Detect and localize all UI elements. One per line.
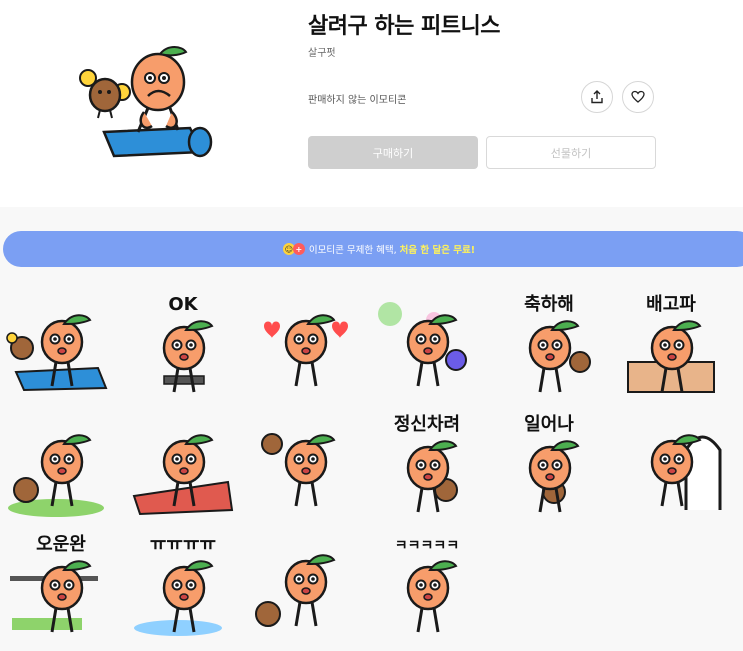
emoticon-plus-icon: ☺ + <box>282 243 305 255</box>
promo-banner[interactable]: ☺ + 이모티콘 무제한 혜택, 처음 한 달은 무료! <box>3 231 743 267</box>
gift-button[interactable]: 선물하기 <box>486 136 656 169</box>
sticker-item[interactable] <box>6 290 116 400</box>
sticker-image: 정신차려 <box>394 414 460 513</box>
sticker-image <box>264 314 348 387</box>
product-title: 살려구 하는 피트니스 <box>308 14 500 39</box>
product-thumbnail <box>78 40 214 162</box>
sticker-image <box>255 554 336 627</box>
sticker-image <box>378 302 467 387</box>
sticker-image: 일어나 <box>524 414 580 513</box>
buy-button[interactable]: 구매하기 <box>308 136 478 169</box>
sticker-image <box>650 434 722 510</box>
sticker-caption: 배고파 <box>646 294 696 315</box>
sticker-item[interactable]: 축하해 <box>494 290 604 400</box>
product-author[interactable]: 살구펏 <box>308 44 336 59</box>
sticker-caption: ㅠㅠㅠㅠ <box>150 534 216 555</box>
sticker-image: ㅠㅠㅠㅠ <box>134 534 222 636</box>
like-button[interactable] <box>622 81 654 113</box>
sticker-item[interactable] <box>616 410 726 520</box>
sticker-item[interactable] <box>6 410 116 520</box>
sticker-caption: ㅋㅋㅋㅋㅋ <box>395 538 459 554</box>
sticker-item[interactable]: 오운완 <box>6 530 116 640</box>
sticker-caption: 정신차려 <box>394 414 460 435</box>
product-header: 살려구 하는 피트니스 살구펏 판매하지 않는 이모티콘 구매하기 선물하기 <box>0 0 743 207</box>
sticker-image: 오운완 <box>10 534 98 633</box>
sticker-item[interactable]: ㅠㅠㅠㅠ <box>128 530 238 640</box>
sticker-item[interactable] <box>250 530 360 640</box>
sticker-item[interactable]: 배고파 <box>616 290 726 400</box>
sticker-item[interactable]: ㅋㅋㅋㅋㅋ <box>372 530 482 640</box>
banner-highlight: 처음 한 달은 무료! <box>399 245 476 256</box>
share-button[interactable] <box>581 81 613 113</box>
sticker-caption: 축하해 <box>524 294 574 315</box>
sticker-caption: OK <box>168 294 198 315</box>
sticker-image <box>8 434 104 517</box>
sticker-item[interactable]: 정신차려 <box>372 410 482 520</box>
sticker-item[interactable] <box>250 410 360 520</box>
sticker-item[interactable] <box>128 410 238 520</box>
sticker-caption: 일어나 <box>524 414 574 435</box>
sticker-caption: 오운완 <box>36 534 86 555</box>
sticker-image <box>6 314 108 392</box>
sticker-item[interactable] <box>372 290 482 400</box>
sticker-image: ㅋㅋㅋㅋㅋ <box>395 538 459 633</box>
sale-status-note: 판매하지 않는 이모티콘 <box>308 95 407 106</box>
sticker-item[interactable]: 일어나 <box>494 410 604 520</box>
sticker-image <box>132 434 234 516</box>
sticker-image: 배고파 <box>627 294 715 393</box>
sticker-item[interactable] <box>250 290 360 400</box>
sticker-item[interactable]: OK <box>128 290 238 400</box>
sticker-image: OK <box>162 294 214 393</box>
banner-text: 이모티콘 무제한 혜택, <box>308 245 397 256</box>
sticker-image <box>261 433 336 507</box>
share-icon <box>591 90 603 104</box>
heart-icon <box>631 90 645 103</box>
sticker-image: 축하해 <box>524 294 591 393</box>
